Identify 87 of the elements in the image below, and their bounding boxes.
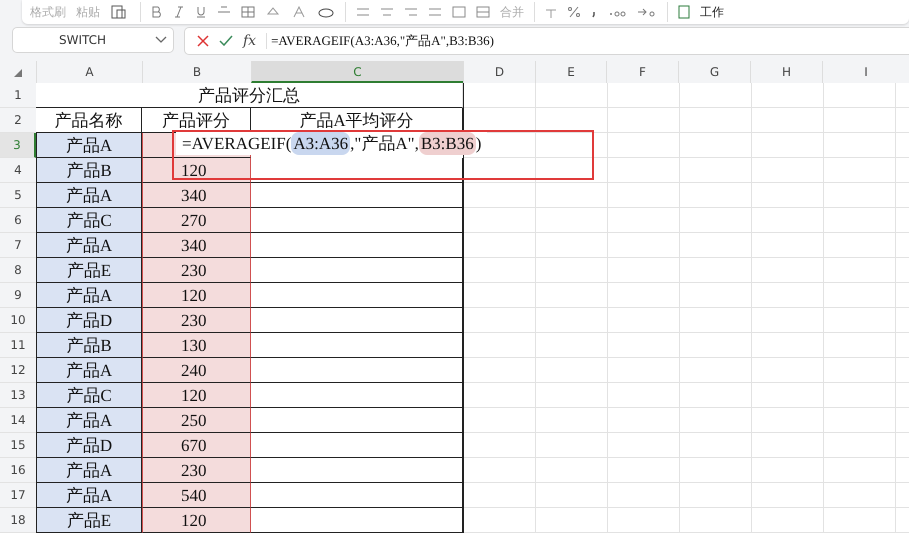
column-header[interactable]: E (535, 61, 606, 83)
row-header[interactable]: 2 (0, 108, 36, 133)
table-cell: 120 (142, 508, 251, 533)
justify-icon[interactable] (428, 7, 442, 17)
column-header[interactable]: H (750, 61, 822, 83)
table-cell: 540 (142, 483, 251, 508)
insert-function-button[interactable]: fx (243, 33, 256, 49)
row-header[interactable]: 13 (0, 383, 36, 408)
column-header[interactable]: F (606, 61, 678, 83)
worksheet-icon[interactable] (678, 5, 690, 19)
column-header[interactable]: A (36, 61, 142, 83)
chevron-down-icon[interactable] (155, 36, 167, 44)
table-cell: 120 (142, 158, 251, 183)
column-header[interactable]: G (678, 61, 750, 83)
column-header[interactable]: I (822, 61, 909, 83)
row-header[interactable]: 9 (0, 283, 36, 308)
table-cell: 产品A (36, 483, 142, 508)
decrease-decimal-icon[interactable] (637, 6, 657, 18)
row-header[interactable]: 11 (0, 333, 36, 358)
row-header[interactable]: 18 (0, 508, 36, 533)
name-box[interactable]: SWITCH (12, 27, 174, 53)
table-cell: 240 (142, 358, 251, 383)
row-header[interactable]: 1 (0, 83, 36, 108)
table-cell: 产品A (36, 283, 142, 308)
table-cell: 产品D (36, 433, 142, 458)
table-cell: 产品C (36, 383, 142, 408)
table-cell: 670 (142, 433, 251, 458)
formula-part: ) (476, 133, 482, 155)
italic-icon[interactable] (173, 6, 185, 18)
row-header[interactable]: 4 (0, 158, 36, 183)
table-cell: 产品D (36, 308, 142, 333)
cancel-icon[interactable] (197, 35, 209, 47)
row-header[interactable]: 12 (0, 358, 36, 383)
table-cell: 产品A (36, 458, 142, 483)
table-cell: 230 (142, 258, 251, 283)
font-color-icon[interactable] (291, 6, 307, 18)
row-header[interactable]: 6 (0, 208, 36, 233)
table-cell: 230 (142, 308, 251, 333)
underline-icon[interactable] (195, 6, 207, 18)
formula-part: =AVERAGEIF( (182, 133, 292, 155)
title-cell: 产品评分汇总 (36, 83, 463, 108)
table-cell: 120 (142, 383, 251, 408)
table-cell: 产品B (36, 333, 142, 358)
percent-icon[interactable] (567, 6, 581, 18)
align-left-icon[interactable] (356, 7, 370, 17)
table-cell: 130 (142, 333, 251, 358)
table-cell: 产品E (36, 258, 142, 283)
row-header[interactable]: 17 (0, 483, 36, 508)
align-center-icon[interactable] (380, 7, 394, 17)
merge-icon[interactable] (476, 6, 490, 18)
table-cell: 产品A (36, 233, 142, 258)
column-header[interactable]: D (463, 61, 535, 83)
border-icon[interactable] (241, 6, 255, 18)
formula-text: =AVERAGEIF(A3:A36,"产品A",B3:B36) (271, 32, 494, 50)
row-header[interactable]: 5 (0, 183, 36, 208)
table-cell: 120 (142, 283, 251, 308)
formula-part: ,"产品A", (350, 133, 419, 155)
table-cell: 250 (142, 408, 251, 433)
table-cell: 340 (142, 233, 251, 258)
row-header[interactable]: 14 (0, 408, 36, 433)
row-header[interactable]: 16 (0, 458, 36, 483)
table-cell: 产品A (36, 133, 142, 158)
table-cell: 270 (142, 208, 251, 233)
row-header[interactable]: 10 (0, 308, 36, 333)
table-cell: 产品A (36, 183, 142, 208)
range-reference: A3:A36 (291, 132, 350, 155)
formula-bar[interactable]: fx =AVERAGEIF(A3:A36,"产品A",B3:B36) (184, 27, 909, 55)
table-cell: 产品E (36, 508, 142, 533)
select-all-icon[interactable] (14, 69, 22, 77)
cell-editor[interactable]: =AVERAGEIF(A3:A36,"产品A",B3:B36) (176, 132, 488, 155)
wrap-text-icon[interactable] (452, 6, 466, 18)
bold-icon[interactable] (151, 6, 163, 18)
row-header[interactable]: 3 (0, 133, 36, 158)
table-cell: 产品B (36, 158, 142, 183)
table-cell: 产品A (36, 358, 142, 383)
column-header[interactable]: C (251, 61, 463, 83)
table-cell: 230 (142, 458, 251, 483)
row-header[interactable]: 15 (0, 433, 36, 458)
check-icon[interactable] (219, 35, 233, 47)
table-cell: 产品C (36, 208, 142, 233)
table-cell: 340 (142, 183, 251, 208)
table-cell: 产品A (36, 408, 142, 433)
row-header[interactable]: 7 (0, 233, 36, 258)
worksheet-label[interactable]: 工作 (700, 4, 724, 20)
row-header[interactable]: 8 (0, 258, 36, 283)
align-right-icon[interactable] (404, 7, 418, 17)
range-reference: B3:B36 (418, 132, 476, 155)
